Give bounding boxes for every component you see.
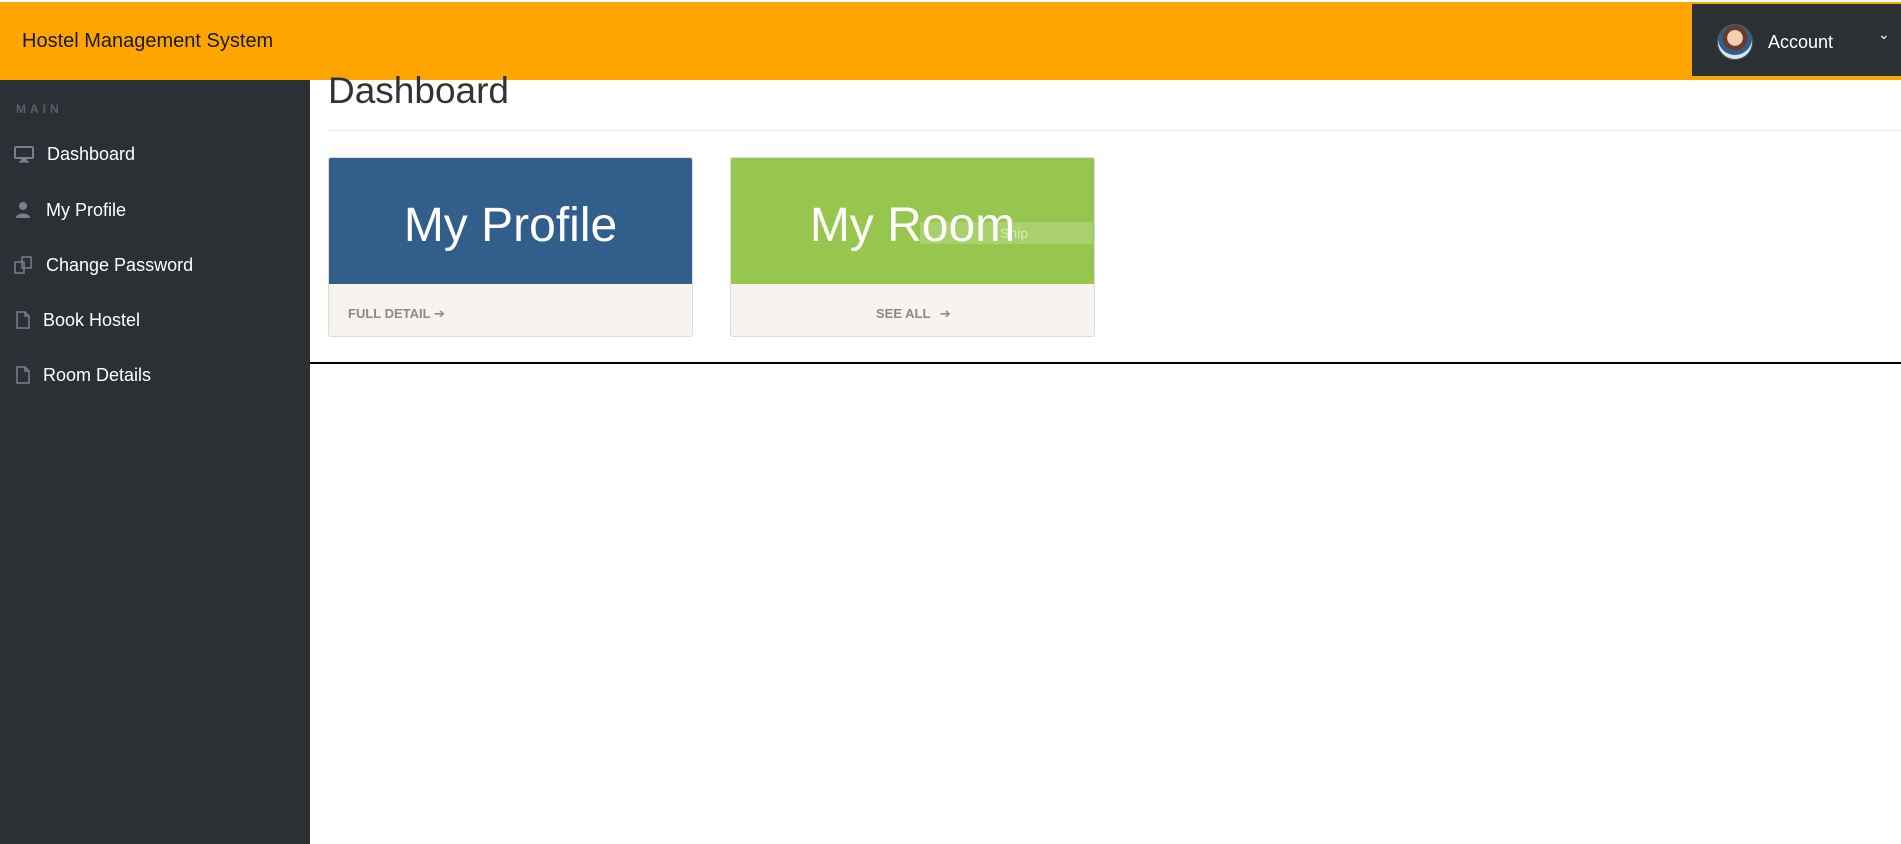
user-icon [16, 202, 30, 218]
avatar [1717, 24, 1753, 60]
app-title: Hostel Management System [22, 30, 274, 52]
see-all-link[interactable]: SEE ALL ➔ [876, 306, 951, 322]
page-title: Dashboard [328, 70, 510, 111]
arrow-right-icon: ➔ [939, 306, 951, 321]
file-icon [16, 366, 30, 384]
snip-overlay: Snip [920, 222, 1093, 244]
account-label: Account [1768, 32, 1834, 52]
sidebar-item-book-hostel[interactable]: Book Hostel [0, 300, 310, 340]
my-room-card: My Room SEE ALL ➔ [730, 157, 1095, 337]
chevron-down-icon[interactable]: ⌄ [1878, 26, 1890, 43]
divider [310, 362, 1901, 364]
sidebar-item-label: Book Hostel [43, 310, 141, 330]
link-label: FULL DETAIL [348, 306, 431, 321]
copy-icon [14, 256, 32, 274]
card-footer: SEE ALL ➔ [731, 284, 1094, 337]
file-icon [16, 311, 30, 329]
sidebar-item-dashboard[interactable]: Dashboard [0, 134, 310, 174]
sidebar-item-change-password[interactable]: Change Password [0, 245, 310, 285]
card-header: My Profile [329, 158, 692, 284]
link-label: SEE ALL [876, 306, 931, 321]
sidebar: MAIN Dashboard My Profile Change Passwor… [0, 80, 310, 844]
divider [328, 130, 1901, 131]
sidebar-item-label: Change Password [46, 255, 194, 275]
card-header: My Room [731, 158, 1094, 284]
account-menu[interactable]: Account ⌄ [1692, 4, 1901, 79]
card-title: My Profile [403, 199, 618, 252]
full-detail-link[interactable]: FULL DETAIL ➔ [348, 306, 445, 322]
top-bar: Hostel Management System Account ⌄ [0, 2, 1901, 80]
arrow-right-icon: ➔ [433, 306, 445, 321]
sidebar-heading: MAIN [16, 102, 63, 116]
sidebar-item-label: Dashboard [47, 144, 136, 164]
desktop-icon [14, 146, 34, 163]
sidebar-item-label: My Profile [46, 200, 127, 220]
sidebar-item-my-profile[interactable]: My Profile [0, 190, 310, 230]
my-profile-card: My Profile FULL DETAIL ➔ [328, 157, 693, 337]
sidebar-item-room-details[interactable]: Room Details [0, 355, 310, 395]
sidebar-item-label: Room Details [43, 365, 152, 385]
card-footer: FULL DETAIL ➔ [329, 284, 692, 337]
